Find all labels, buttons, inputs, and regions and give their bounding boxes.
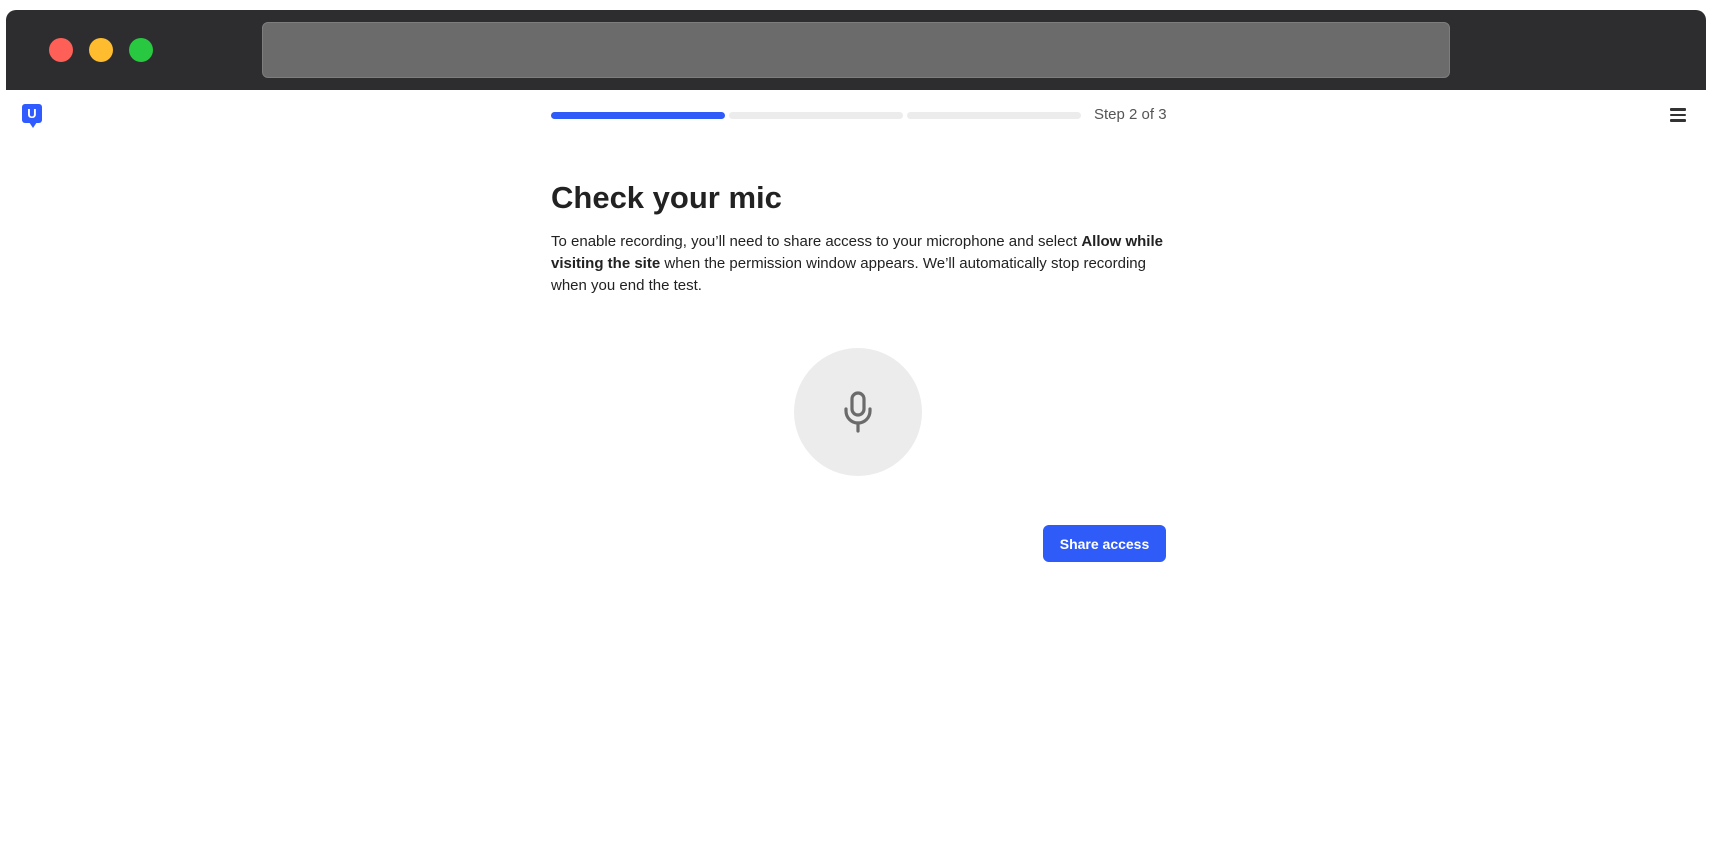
description-part-1: To enable recording, you’ll need to shar… xyxy=(551,233,1082,250)
hamburger-menu-icon[interactable] xyxy=(1670,108,1686,122)
page-title: Check your mic xyxy=(551,180,782,215)
mic-indicator xyxy=(794,348,922,476)
browser-window-chrome xyxy=(6,10,1706,90)
close-window-button[interactable] xyxy=(49,38,73,62)
progress-bar xyxy=(551,112,1081,119)
microphone-icon xyxy=(844,391,872,433)
progress-segment-1 xyxy=(551,112,725,119)
progress-segment-2 xyxy=(729,112,903,119)
step-label: Step 2 of 3 xyxy=(1094,106,1167,123)
minimize-window-button[interactable] xyxy=(89,38,113,62)
share-access-button[interactable]: Share access xyxy=(1043,525,1166,562)
description-text: To enable recording, you’ll need to shar… xyxy=(551,231,1167,297)
maximize-window-button[interactable] xyxy=(129,38,153,62)
page-content: U Step 2 of 3 Check your mic To enable r… xyxy=(0,90,1712,866)
progress-segment-3 xyxy=(907,112,1081,119)
address-bar[interactable] xyxy=(262,22,1450,78)
logo: U xyxy=(22,104,42,128)
